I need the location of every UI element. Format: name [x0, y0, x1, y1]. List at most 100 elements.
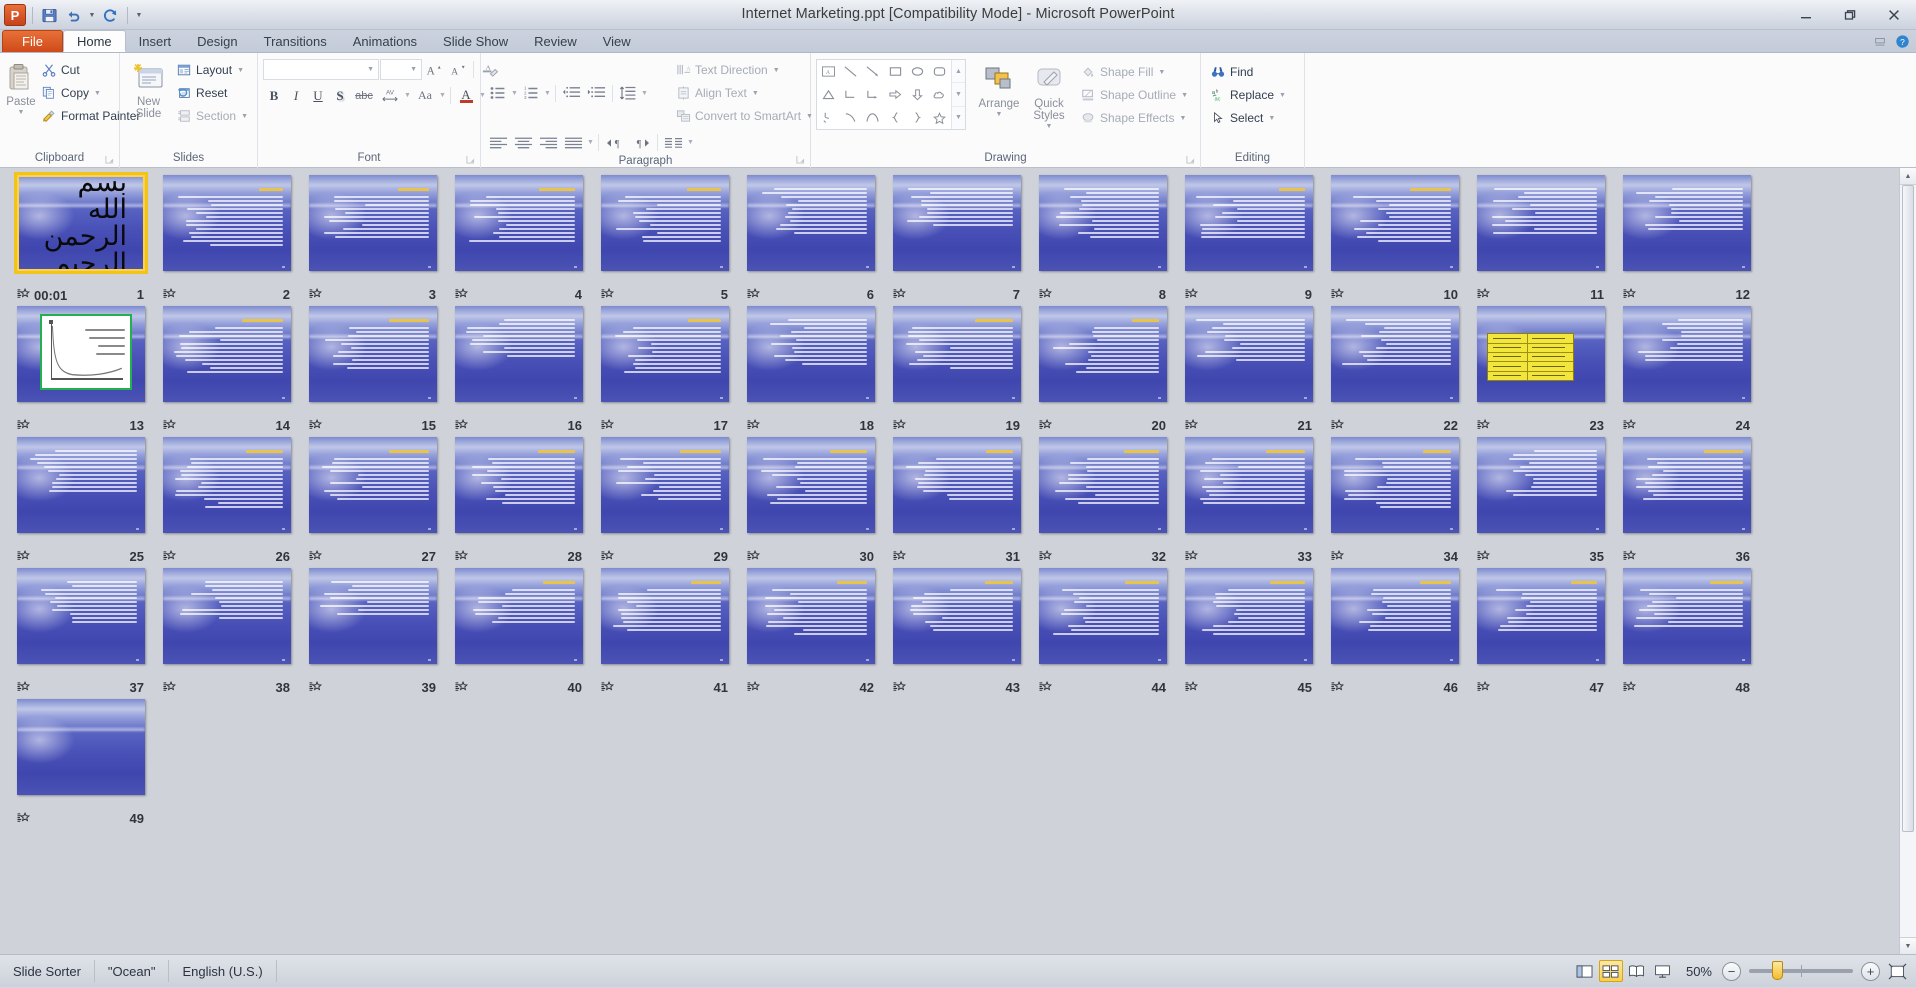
align-text-button[interactable]: Align Text ▼ [671, 82, 817, 104]
textbox-shape-icon[interactable]: A [817, 60, 839, 83]
slide-thumbnail-48[interactable]: 48 [1616, 568, 1758, 697]
chevron-down-icon[interactable]: ▼ [403, 92, 412, 99]
animation-indicator-icon[interactable] [893, 680, 907, 694]
animation-indicator-icon[interactable] [309, 287, 323, 301]
arc-shape-icon[interactable] [862, 106, 884, 129]
slide-thumbnail-8[interactable]: 8 [1032, 175, 1174, 304]
animation-indicator-icon[interactable] [747, 287, 761, 301]
shape-outline-button[interactable]: Shape Outline ▼ [1076, 84, 1192, 106]
chevron-down-icon[interactable]: ▼ [543, 90, 552, 97]
elbow-arrow-connector-shape-icon[interactable] [862, 83, 884, 106]
select-button[interactable]: Select ▼ [1206, 107, 1290, 129]
chevron-down-icon[interactable]: ▼ [1046, 123, 1053, 130]
slide-thumbnail-2[interactable]: 2 [156, 175, 298, 304]
drawing-dialog-launcher[interactable] [1186, 155, 1195, 164]
slide-preview[interactable] [309, 568, 437, 664]
align-center-button[interactable] [511, 132, 536, 153]
chevron-down-icon[interactable]: ▼ [1181, 92, 1188, 99]
slide-thumbnail-31[interactable]: 31 [886, 437, 1028, 566]
slide-preview[interactable] [1039, 175, 1167, 271]
strikethrough-button[interactable]: abc [351, 85, 377, 106]
bold-button[interactable]: B [263, 85, 285, 106]
slide-preview[interactable] [455, 175, 583, 271]
left-brace-shape-icon[interactable] [884, 106, 906, 129]
animation-indicator-icon[interactable] [455, 549, 469, 563]
curve-shape-icon[interactable] [839, 106, 861, 129]
minimize-button[interactable] [1784, 0, 1828, 30]
shape-fill-button[interactable]: Shape Fill ▼ [1076, 61, 1192, 83]
slide-thumbnail-4[interactable]: 4 [448, 175, 590, 304]
zoom-out-button[interactable]: − [1722, 961, 1741, 981]
slide-preview[interactable] [1623, 175, 1751, 271]
slide-preview[interactable] [163, 306, 291, 402]
increase-list-level-button[interactable] [584, 83, 609, 104]
animation-indicator-icon[interactable] [455, 418, 469, 432]
elbow-connector-shape-icon[interactable] [839, 83, 861, 106]
animation-indicator-icon[interactable] [1331, 549, 1345, 563]
chevron-down-icon[interactable]: ▼ [586, 139, 595, 146]
slide-preview[interactable] [601, 175, 729, 271]
arrow-shape-icon[interactable] [862, 60, 884, 83]
animation-indicator-icon[interactable] [1477, 680, 1491, 694]
font-name-combo[interactable]: ▼ [263, 59, 379, 80]
slide-preview[interactable] [455, 568, 583, 664]
slide-preview[interactable] [747, 568, 875, 664]
animation-indicator-icon[interactable] [1477, 549, 1491, 563]
tab-design[interactable]: Design [184, 30, 250, 52]
slide-preview[interactable] [17, 699, 145, 795]
slide-show-view-button[interactable] [1651, 960, 1675, 982]
slide-preview[interactable] [893, 568, 1021, 664]
slide-preview[interactable] [1623, 568, 1751, 664]
right-to-left-button[interactable]: ¶ [628, 132, 654, 153]
animation-indicator-icon[interactable] [163, 549, 177, 563]
section-button[interactable]: Section ▼ [172, 105, 252, 127]
slide-thumbnail-26[interactable]: 26 [156, 437, 298, 566]
slide-thumbnail-11[interactable]: 11 [1470, 175, 1612, 304]
slide-sorter-grid[interactable]: بسم الله الرحمن الرحیم 00:01 1 2 3 4 5 6 7 8 9 10 11… [0, 168, 1899, 954]
slide-preview[interactable] [747, 437, 875, 533]
find-button[interactable]: Find [1206, 61, 1290, 83]
animation-indicator-icon[interactable] [601, 418, 615, 432]
paste-button[interactable]: Paste ▼ [5, 57, 37, 116]
layout-button[interactable]: Layout ▼ [172, 59, 252, 81]
animation-indicator-icon[interactable] [1623, 418, 1637, 432]
slide-preview[interactable] [1039, 306, 1167, 402]
chevron-down-icon[interactable]: ▼ [1158, 69, 1165, 76]
animation-indicator-icon[interactable] [455, 680, 469, 694]
reset-button[interactable]: Reset [172, 82, 252, 104]
slide-thumbnail-19[interactable]: 19 [886, 306, 1028, 435]
animation-indicator-icon[interactable] [1623, 680, 1637, 694]
slide-preview[interactable] [309, 437, 437, 533]
scroll-down-icon[interactable]: ▼ [1900, 937, 1916, 954]
slide-preview[interactable] [601, 306, 729, 402]
animation-indicator-icon[interactable] [1185, 680, 1199, 694]
slide-preview[interactable] [1623, 306, 1751, 402]
slide-preview[interactable] [455, 437, 583, 533]
animation-indicator-icon[interactable] [747, 549, 761, 563]
slide-thumbnail-38[interactable]: 38 [156, 568, 298, 697]
right-arrow-shape-icon[interactable] [884, 83, 906, 106]
status-theme[interactable]: "Ocean" [95, 960, 170, 982]
shapes-scrollbar[interactable]: ▲ ▼ ▼ [951, 60, 965, 129]
animation-indicator-icon[interactable] [163, 287, 177, 301]
animation-indicator-icon[interactable] [1331, 418, 1345, 432]
slide-preview[interactable] [893, 175, 1021, 271]
bullets-button[interactable] [486, 83, 510, 104]
animation-indicator-icon[interactable] [1331, 287, 1345, 301]
slide-thumbnail-49[interactable]: 49 [10, 699, 152, 828]
slide-preview[interactable] [1477, 568, 1605, 664]
chevron-down-icon[interactable]: ▼ [1268, 115, 1275, 122]
animation-indicator-icon[interactable] [17, 418, 31, 432]
change-case-button[interactable]: Aa [412, 85, 438, 106]
shapes-more-icon[interactable]: ▼ [952, 107, 965, 129]
restore-button[interactable] [1828, 0, 1872, 30]
animation-indicator-icon[interactable] [17, 287, 31, 301]
slide-preview[interactable] [455, 306, 583, 402]
quick-styles-button[interactable]: Quick Styles ▼ [1026, 59, 1072, 130]
slide-thumbnail-28[interactable]: 28 [448, 437, 590, 566]
animation-indicator-icon[interactable] [601, 680, 615, 694]
chevron-down-icon[interactable]: ▼ [773, 67, 780, 74]
right-brace-shape-icon[interactable] [906, 106, 928, 129]
new-slide-button[interactable]: New Slide [125, 57, 172, 120]
animation-indicator-icon[interactable] [1039, 287, 1053, 301]
